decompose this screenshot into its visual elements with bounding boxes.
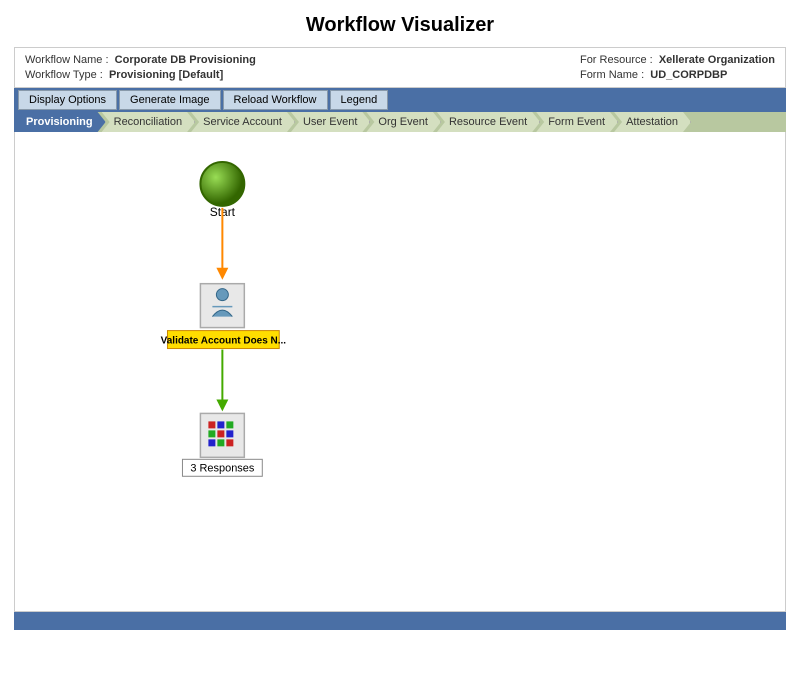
response-label-box: [182, 459, 262, 476]
response-icon-r2: [217, 421, 224, 428]
tab-user-event-label: User Event: [303, 116, 357, 128]
workflow-name-value: Corporate DB Provisioning: [115, 54, 256, 66]
resource-row: For Resource : Xellerate Organization: [580, 54, 775, 66]
workflow-type-row: Workflow Type : Provisioning [Default]: [25, 69, 256, 81]
task-node-box[interactable]: [200, 284, 244, 328]
tab-provisioning[interactable]: Provisioning: [14, 112, 106, 132]
workflow-name-label: Workflow Name :: [25, 54, 109, 66]
tab-resource-event-label: Resource Event: [449, 116, 527, 128]
toolbar: Display Options Generate Image Reload Wo…: [14, 88, 786, 112]
workflow-type-value: Provisioning [Default]: [109, 69, 223, 81]
tab-org-event[interactable]: Org Event: [366, 112, 441, 132]
workflow-info-left: Workflow Name : Corporate DB Provisionin…: [25, 54, 256, 81]
arrowhead-task-to-response: [216, 399, 228, 411]
workflow-info-right: For Resource : Xellerate Organization Fo…: [580, 54, 775, 81]
form-name-value: UD_CORPDBP: [650, 69, 727, 81]
resource-label: For Resource :: [580, 54, 653, 66]
start-node-label: Start: [210, 205, 236, 219]
tab-reconciliation-label: Reconciliation: [114, 116, 182, 128]
tab-attestation[interactable]: Attestation: [614, 112, 691, 132]
response-icon-r1: [208, 421, 215, 428]
response-icon-r5: [217, 430, 224, 437]
tab-form-event-label: Form Event: [548, 116, 605, 128]
display-options-button[interactable]: Display Options: [18, 90, 117, 110]
workflow-type-label: Workflow Type :: [25, 69, 103, 81]
task-node-person-body: [212, 310, 232, 316]
form-name-label: Form Name :: [580, 69, 644, 81]
workflow-diagram-svg: Start Validate Account Does N...: [15, 132, 785, 611]
response-label-text: 3 Responses: [190, 462, 255, 474]
tab-resource-event[interactable]: Resource Event: [437, 112, 540, 132]
response-icon-r9: [226, 439, 233, 446]
workflow-name-row: Workflow Name : Corporate DB Provisionin…: [25, 54, 256, 66]
tab-attestation-label: Attestation: [626, 116, 678, 128]
task-node-person-head: [216, 289, 228, 301]
workflow-info-bar: Workflow Name : Corporate DB Provisionin…: [14, 47, 786, 88]
canvas-area: Start Validate Account Does N...: [14, 132, 786, 612]
tab-reconciliation[interactable]: Reconciliation: [102, 112, 195, 132]
form-name-row: Form Name : UD_CORPDBP: [580, 69, 775, 81]
response-icon-r4: [208, 430, 215, 437]
page-title: Workflow Visualizer: [0, 0, 800, 47]
tab-user-event[interactable]: User Event: [291, 112, 370, 132]
resource-value: Xellerate Organization: [659, 54, 775, 66]
start-node-circle[interactable]: [200, 162, 244, 206]
reload-workflow-button[interactable]: Reload Workflow: [223, 90, 328, 110]
response-icon-r3: [226, 421, 233, 428]
task-label-box: [167, 331, 279, 349]
response-icon-r6: [226, 430, 233, 437]
legend-button[interactable]: Legend: [330, 90, 389, 110]
arrowhead-start-to-task: [216, 268, 228, 280]
response-icon-r7: [208, 439, 215, 446]
task-label-text: Validate Account Does N...: [161, 336, 287, 347]
tab-provisioning-label: Provisioning: [26, 116, 93, 128]
generate-image-button[interactable]: Generate Image: [119, 90, 221, 110]
bottom-bar: [14, 612, 786, 630]
tab-service-account-label: Service Account: [203, 116, 282, 128]
tab-form-event[interactable]: Form Event: [536, 112, 618, 132]
response-node-box[interactable]: [200, 413, 244, 457]
tabs-container: Provisioning Reconciliation Service Acco…: [14, 112, 786, 132]
tab-org-event-label: Org Event: [378, 116, 428, 128]
response-icon-r8: [217, 439, 224, 446]
tab-service-account[interactable]: Service Account: [191, 112, 295, 132]
